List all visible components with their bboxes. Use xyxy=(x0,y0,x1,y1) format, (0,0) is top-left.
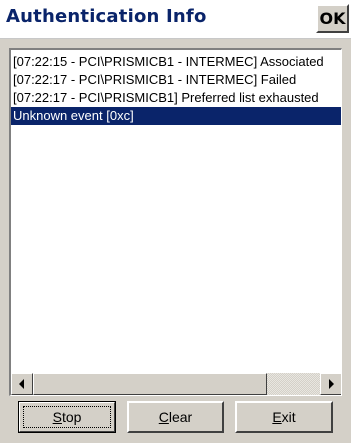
scroll-left-button[interactable] xyxy=(11,373,33,395)
clear-label: Clear xyxy=(159,409,192,425)
list-item[interactable]: [07:22:17 - PCI\PRISMICB1 - INTERMEC] Fa… xyxy=(11,71,341,89)
dialog-body: [07:22:15 - PCI\PRISMICB1 - INTERMEC] As… xyxy=(0,39,351,443)
exit-button[interactable]: Exit xyxy=(235,401,333,433)
stop-label: Stop xyxy=(53,409,82,425)
horizontal-scrollbar[interactable] xyxy=(11,373,341,395)
list-item[interactable]: [07:22:15 - PCI\PRISMICB1 - INTERMEC] As… xyxy=(11,53,341,71)
event-log-listbox[interactable]: [07:22:15 - PCI\PRISMICB1 - INTERMEC] As… xyxy=(9,48,342,396)
list-item-selected[interactable]: Unknown event [0xc] xyxy=(11,107,341,125)
window-title: Authentication Info xyxy=(6,6,207,27)
stop-mnemonic: S xyxy=(52,409,62,425)
clear-button[interactable]: Clear xyxy=(127,401,224,433)
exit-label: Exit xyxy=(272,409,295,425)
arrow-left-icon xyxy=(19,379,24,389)
exit-label-rest: xit xyxy=(281,409,296,425)
scroll-right-button[interactable] xyxy=(320,373,341,395)
list-item[interactable]: [07:22:17 - PCI\PRISMICB1] Preferred lis… xyxy=(11,89,341,107)
scrollbar-thumb[interactable] xyxy=(33,373,267,395)
stop-button[interactable]: Stop xyxy=(18,401,116,433)
event-log-list: [07:22:15 - PCI\PRISMICB1 - INTERMEC] As… xyxy=(11,53,341,125)
clear-mnemonic: C xyxy=(158,409,169,425)
stop-label-rest: top xyxy=(61,409,82,425)
exit-mnemonic: E xyxy=(272,409,282,425)
ok-button[interactable]: OK xyxy=(316,4,349,33)
clear-label-rest: lear xyxy=(168,409,193,425)
arrow-right-icon xyxy=(329,379,334,389)
title-bar: Authentication Info OK xyxy=(0,0,351,39)
